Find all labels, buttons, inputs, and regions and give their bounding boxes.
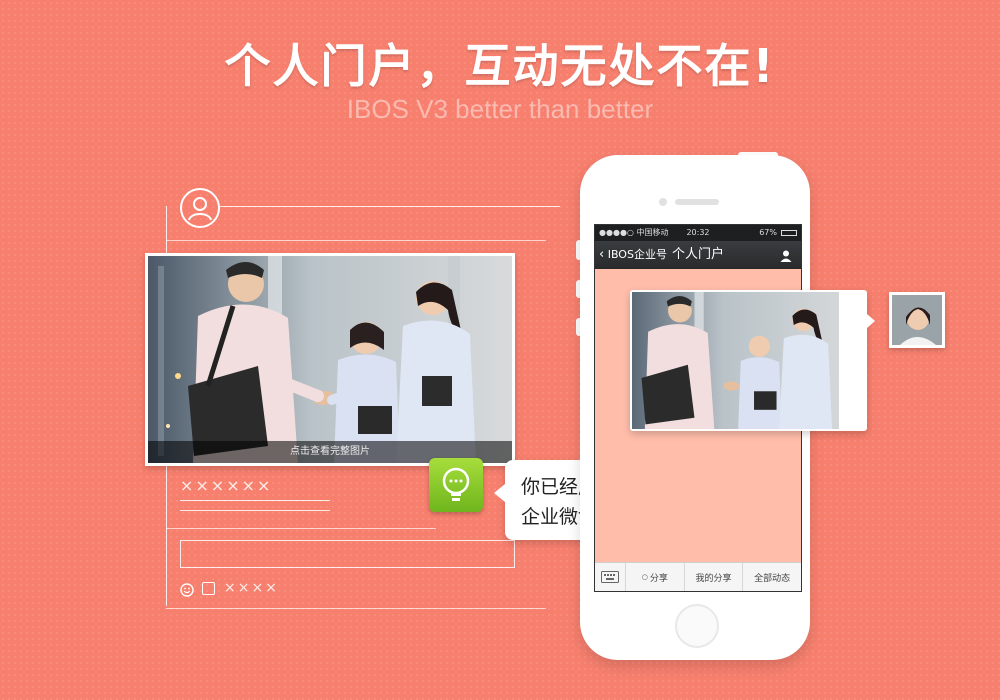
lightbulb-icon: [429, 458, 483, 512]
text-placeholder-line: [180, 510, 330, 511]
text-placeholder-line: [180, 500, 330, 501]
business-handshake-photo-thumbnail: [632, 292, 839, 429]
comment-input-outline[interactable]: [180, 540, 515, 568]
keyboard-icon[interactable]: [595, 563, 626, 591]
battery-percent: 67%: [759, 228, 777, 237]
sender-avatar[interactable]: [889, 292, 945, 348]
checkbox-icon[interactable]: [202, 582, 215, 595]
woman-portrait: [892, 295, 942, 345]
screen-title: 个人门户: [671, 247, 724, 262]
business-handshake-photo: [148, 256, 512, 463]
phone-speaker: [675, 199, 719, 205]
wireframe-line: [166, 528, 436, 529]
phone-camera: [659, 198, 667, 206]
status-bar: ●●●●○ 中国移动 20:32 67%: [595, 225, 801, 241]
user-avatar-outline-icon: [180, 188, 220, 228]
menu-my-shares[interactable]: 我的分享: [685, 563, 744, 591]
image-message[interactable]: [630, 290, 875, 431]
smiley-icon[interactable]: [180, 582, 194, 597]
photo-card[interactable]: 点击查看完整图片: [145, 253, 515, 466]
wireframe-top-line: [220, 206, 560, 207]
battery-icon: [781, 230, 797, 236]
menu-share[interactable]: ○ 分享: [626, 563, 685, 591]
name-placeholder: ××××××: [180, 476, 273, 495]
wireframe-line: [166, 240, 546, 241]
promo-tagline: IBOS V3 better than better: [346, 94, 654, 124]
menu-all-activity[interactable]: 全部动态: [743, 563, 801, 591]
footer-placeholder: ××××: [224, 580, 279, 596]
menu-share-label: 分享: [649, 573, 668, 584]
nav-bar: ‹ IBOS企业号 个人门户: [595, 241, 801, 269]
phone-home-button[interactable]: [675, 604, 719, 648]
circle-dot-icon: ○: [641, 573, 648, 581]
promo-headline: 个人门户，互动无处不在!: [224, 39, 776, 93]
bottom-menu: ○ 分享 我的分享 全部动态: [595, 562, 801, 591]
wireframe-bottom-line: [166, 608, 546, 609]
profile-icon[interactable]: [779, 248, 793, 262]
